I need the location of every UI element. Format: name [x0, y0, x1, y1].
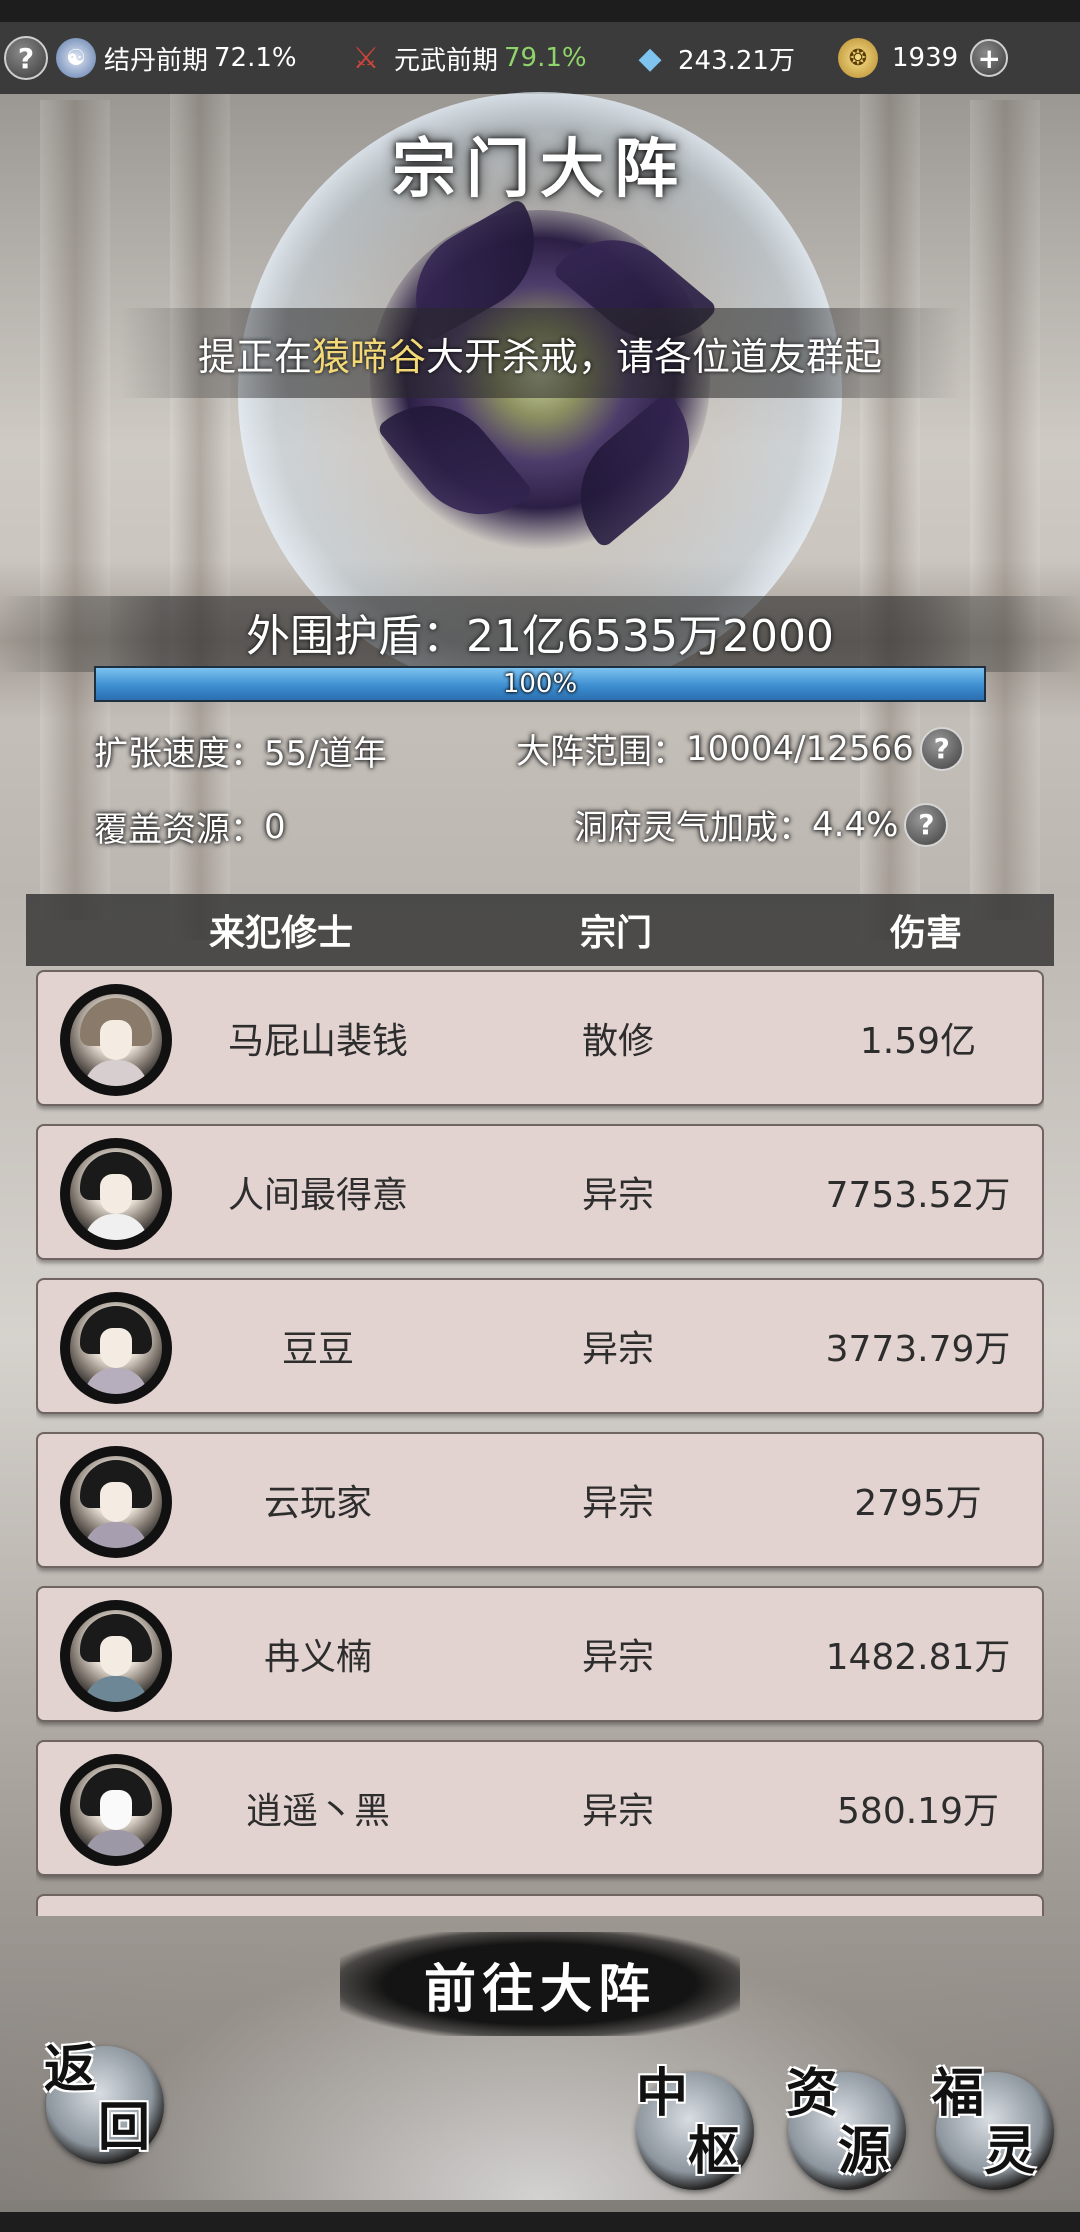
attacker-name: 人间最得意: [227, 1175, 408, 1216]
table-row[interactable]: 马屁山裴钱 散修 1.59亿: [36, 970, 1044, 1106]
range-value: 10004/12566: [686, 728, 914, 769]
bonus-value: 4.4%: [812, 804, 899, 845]
broadcast-text-1: 提正在: [197, 334, 312, 379]
hub-label-top: 中: [636, 2063, 689, 2124]
back-button[interactable]: 返 回: [40, 2040, 170, 2170]
speed-value: 55/道年: [264, 734, 387, 774]
table-row-partial[interactable]: [36, 1894, 1044, 1916]
covered-resources: 覆盖资源： 0: [94, 802, 286, 851]
avatar[interactable]: [60, 1446, 172, 1558]
yin-yang-icon: ☯: [56, 38, 96, 78]
table-row[interactable]: 冉义楠 异宗 1482.81万: [36, 1586, 1044, 1722]
realm1-display[interactable]: ☯ 结丹前期 72.1%: [56, 36, 297, 80]
bottom-frame: [0, 2212, 1080, 2232]
shield-percent: 100%: [502, 669, 578, 699]
avatar[interactable]: [60, 1600, 172, 1712]
cave-spirit-bonus: 洞府灵气加成： 4.4% ?: [574, 800, 949, 849]
table-header: 来犯修士 宗门 伤害: [26, 894, 1054, 966]
header-sect: 宗门: [579, 913, 652, 954]
attacker-sect: 异宗: [581, 1791, 654, 1832]
attacker-sect: 异宗: [581, 1175, 654, 1216]
table-row[interactable]: 豆豆 异宗 3773.79万: [36, 1278, 1044, 1414]
currency-value: 1939: [892, 43, 959, 73]
resource-button[interactable]: 资 源: [782, 2066, 912, 2196]
attacker-name: 马屁山裴钱: [227, 1021, 408, 1062]
page-title: 宗门大阵: [392, 132, 688, 207]
shield-label-text: 外围护盾：: [246, 611, 467, 662]
add-currency-icon[interactable]: +: [970, 39, 1009, 77]
hub-button[interactable]: 中 枢: [630, 2066, 760, 2196]
shield-value: 21亿6535万2000: [466, 611, 834, 662]
table-row[interactable]: 人间最得意 异宗 7753.52万: [36, 1124, 1044, 1260]
resource-label-top: 资: [786, 2063, 839, 2124]
avatar[interactable]: [60, 1138, 172, 1250]
hub-label-bottom: 枢: [688, 2121, 741, 2182]
help-icon: ?: [4, 36, 48, 80]
attacker-sect: 散修: [581, 1021, 654, 1062]
attacker-damage: 7753.52万: [825, 1175, 1011, 1216]
speed-label: 扩张速度：: [94, 734, 264, 774]
range-help-icon[interactable]: ?: [919, 726, 964, 771]
bonus-help-icon[interactable]: ?: [904, 802, 949, 847]
attacker-sect: 异宗: [581, 1483, 654, 1524]
attacker-name: 云玩家: [263, 1483, 372, 1524]
broadcast-place: 猿啼谷: [311, 334, 426, 379]
attacker-list[interactable]: 马屁山裴钱 散修 1.59亿 人间最得意 异宗 7753.52万 豆豆 异宗 3…: [36, 966, 1044, 1916]
shield-progress-bar: 100%: [94, 666, 986, 702]
spirit-stone-value: 243.21万: [678, 45, 795, 76]
attacker-name: 豆豆: [281, 1329, 354, 1370]
blade-icon: ⚔: [352, 40, 380, 76]
expansion-speed: 扩张速度： 55/道年: [94, 726, 387, 775]
avatar[interactable]: [60, 984, 172, 1096]
crystal-icon: ◆: [638, 40, 662, 76]
attacker-damage: 1482.81万: [825, 1637, 1011, 1678]
fortune-button[interactable]: 福 灵: [930, 2066, 1060, 2196]
broadcast-text-2: 大开杀戒，请各位道友群起: [426, 334, 883, 379]
formation-range: 大阵范围： 10004/12566 ?: [516, 724, 964, 773]
avatar[interactable]: [60, 1292, 172, 1404]
realm1-percent: 72.1%: [214, 43, 297, 73]
realm2-label: 元武前期: [394, 45, 499, 76]
back-label-bottom: 回: [98, 2097, 151, 2158]
header-attacker: 来犯修士: [208, 913, 353, 954]
header-damage: 伤害: [889, 913, 962, 954]
realm2-display[interactable]: ⚔ 元武前期 79.1%: [346, 36, 587, 80]
resource-value: 0: [264, 806, 286, 847]
table-row[interactable]: 云玩家 异宗 2795万: [36, 1432, 1044, 1568]
bonus-label: 洞府灵气加成：: [574, 808, 812, 848]
back-label-top: 返: [44, 2039, 97, 2100]
currency-display[interactable]: ❂ 1939 +: [838, 36, 1009, 80]
attacker-sect: 异宗: [581, 1329, 654, 1370]
realm1-label: 结丹前期: [104, 45, 209, 76]
avatar[interactable]: [60, 1754, 172, 1866]
range-label: 大阵范围：: [516, 732, 686, 772]
attacker-damage: 1.59亿: [859, 1021, 977, 1062]
resource-label: 覆盖资源：: [94, 810, 264, 850]
fortune-label-bottom: 灵: [984, 2121, 1037, 2182]
attacker-damage: 3773.79万: [825, 1329, 1011, 1370]
attacker-damage: 2795万: [854, 1483, 982, 1524]
shield-label: 外围护盾：21亿6535万2000: [0, 600, 1080, 664]
resource-bar: ? ☯ 结丹前期 72.1% ⚔ 元武前期 79.1% ◆ 243.21万 ❂ …: [0, 22, 1080, 94]
attacker-name: 冉义楠: [263, 1637, 372, 1678]
spirit-stone-display[interactable]: ◆ 243.21万: [630, 36, 795, 80]
help-button[interactable]: ?: [4, 36, 48, 80]
resource-label-bottom: 源: [838, 2121, 891, 2182]
fortune-label-top: 福: [932, 2063, 985, 2124]
table-row[interactable]: 逍遥丶黑 异宗 580.19万: [36, 1740, 1044, 1876]
jade-coin-icon: ❂: [838, 38, 878, 78]
go-to-formation-button[interactable]: 前往大阵: [340, 1932, 740, 2036]
realm2-percent: 79.1%: [504, 43, 587, 73]
attacker-damage: 580.19万: [837, 1791, 999, 1832]
attacker-name: 逍遥丶黑: [245, 1791, 390, 1832]
top-frame: [0, 0, 1080, 22]
broadcast-marquee: 提正在 猿啼谷 大开杀戒，请各位道友群起: [120, 308, 960, 398]
attacker-sect: 异宗: [581, 1637, 654, 1678]
